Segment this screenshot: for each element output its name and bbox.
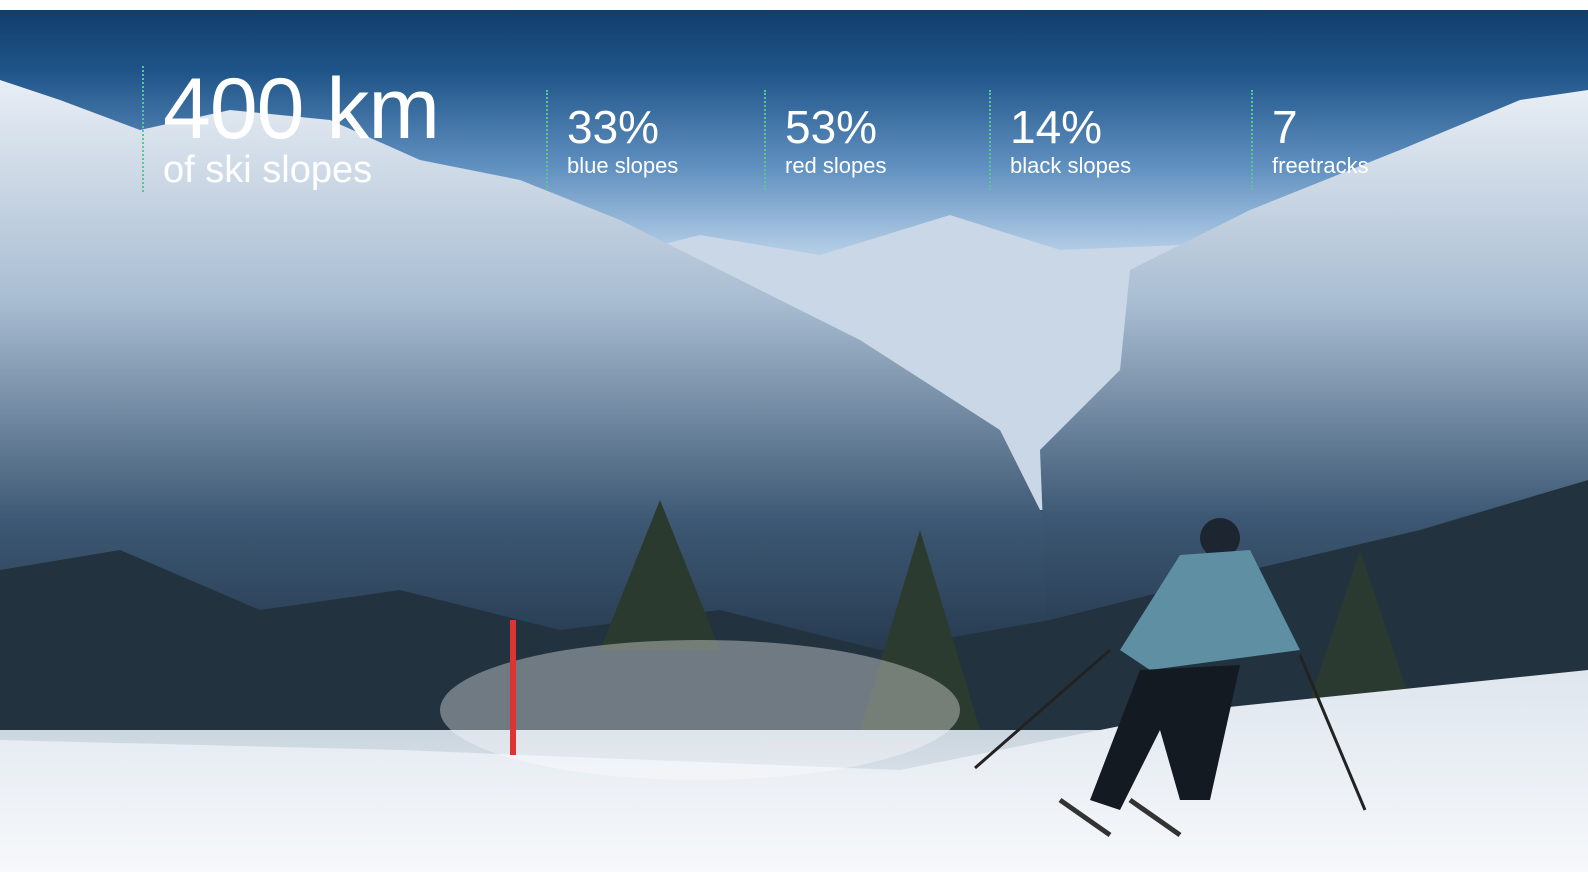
stat-red-label: red slopes [785,153,887,178]
stat-red-value: 53% [785,101,878,153]
stat-red-slopes: 53% red slopes [764,90,887,190]
stat-blue-slopes: 33% blue slopes [546,90,678,190]
stat-blue-value: 33% [567,101,660,153]
stat-black-slopes: 14% black slopes [989,90,1131,190]
stat-blue-label: blue slopes [567,153,679,178]
stat-black-label: black slopes [1010,153,1132,178]
slope-marker [510,620,516,755]
stat-total-value: 400 km [163,61,440,157]
stat-freetracks-label: freetracks [1272,153,1369,178]
snow-spray [440,640,960,780]
stat-freetracks-value: 7 [1272,101,1298,153]
stat-freetracks: 7 freetracks [1251,90,1369,190]
stat-total-slopes: 400 km of ski slopes [142,61,440,192]
hero-banner: 400 km of ski slopes 33% blue slopes 53%… [0,10,1588,872]
stat-black-value: 14% [1010,101,1103,153]
